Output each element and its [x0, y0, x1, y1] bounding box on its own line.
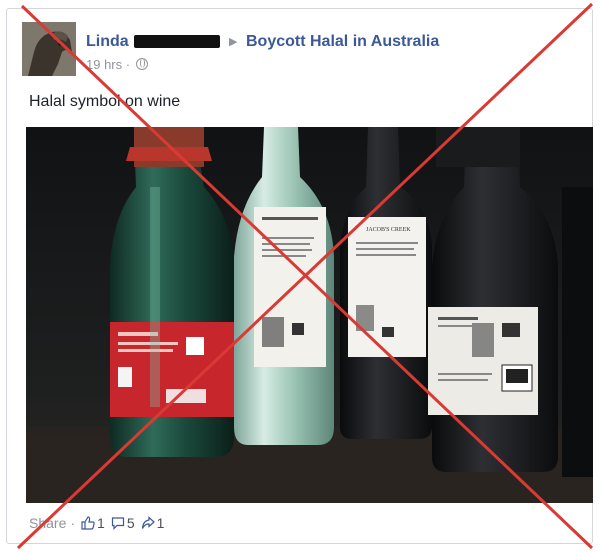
redaction-bar [134, 35, 220, 48]
share-count[interactable]: 1 [157, 515, 165, 531]
meta-separator: · [125, 57, 131, 72]
comment-bubble-icon[interactable] [111, 516, 125, 530]
comment-count[interactable]: 5 [127, 515, 135, 531]
label-brand-1: JACOB'S CREEK [366, 227, 411, 233]
post-meta: 19 hrs · [86, 57, 148, 72]
footer-separator: · [70, 515, 76, 531]
group-name[interactable]: Boycott Halal in Australia [246, 33, 439, 51]
share-link[interactable]: Share [29, 515, 66, 531]
like-count[interactable]: 1 [97, 515, 105, 531]
share-arrow-icon[interactable] [141, 516, 155, 530]
triangle-right-icon: ▶ [229, 36, 238, 48]
avatar[interactable] [22, 22, 76, 76]
thumbs-up-icon[interactable] [81, 516, 95, 530]
timestamp[interactable]: 19 hrs [86, 57, 122, 72]
globe-icon[interactable] [135, 58, 148, 70]
post-text: Halal symbol on wine [29, 93, 181, 110]
post-photo[interactable]: JACOB'S CREEK [26, 127, 593, 503]
post-footer: Share · 1 5 1 [29, 515, 170, 531]
author-name[interactable]: Linda [86, 33, 129, 51]
